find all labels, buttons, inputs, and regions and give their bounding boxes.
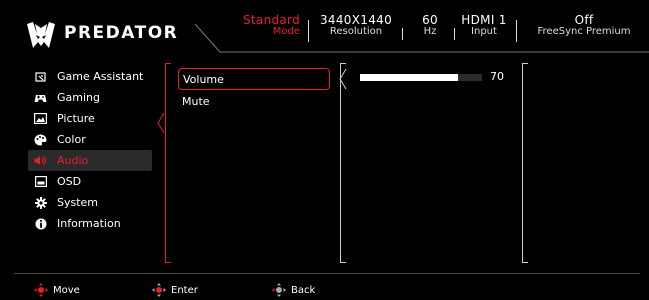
menu-item-color[interactable]: Color bbox=[28, 129, 152, 150]
menu-item-information[interactable]: Information bbox=[28, 213, 152, 234]
menu-item-label: System bbox=[57, 196, 99, 209]
gamepad-icon bbox=[34, 91, 47, 104]
header: PREDATOR Standard Mode 3440X1440 Resolut… bbox=[0, 0, 649, 64]
menu-item-label: Picture bbox=[57, 112, 95, 125]
submenu-pointer bbox=[157, 113, 165, 133]
joystick-enter-icon bbox=[152, 283, 166, 297]
empty-bracket bbox=[522, 63, 528, 263]
picture-icon bbox=[34, 112, 47, 125]
menu-item-picture[interactable]: Picture bbox=[28, 108, 152, 129]
value-bracket bbox=[340, 63, 346, 263]
menu-item-label: Information bbox=[57, 217, 121, 230]
submenu-panel: Volume Mute bbox=[157, 63, 335, 263]
footer-back: Back bbox=[272, 283, 315, 297]
status-separator bbox=[402, 28, 403, 40]
menu-item-osd[interactable]: OSD bbox=[28, 171, 152, 192]
freesync-label: FreeSync Premium bbox=[537, 26, 631, 37]
value-panel: 70 bbox=[339, 63, 515, 263]
info-icon bbox=[34, 217, 47, 230]
status-separator bbox=[308, 20, 309, 42]
menu-item-label: Game Assistant bbox=[57, 70, 144, 83]
main-menu: Game Assistant Gaming Picture Color Audi… bbox=[28, 66, 152, 234]
menu-item-audio[interactable]: Audio bbox=[28, 150, 152, 171]
refresh-value: 60 bbox=[422, 13, 438, 27]
input-value: HDMI 1 bbox=[461, 13, 507, 27]
status-separator bbox=[454, 28, 455, 40]
refresh-label: Hz bbox=[423, 26, 437, 37]
menu-item-label: OSD bbox=[57, 175, 82, 188]
input-status: HDMI 1 Input bbox=[458, 14, 510, 50]
footer-back-label: Back bbox=[291, 284, 316, 296]
submenu-bracket bbox=[165, 63, 171, 263]
mode-status: Standard Mode bbox=[240, 14, 300, 50]
volume-slider[interactable] bbox=[360, 74, 482, 81]
footer-enter-label: Enter bbox=[171, 284, 198, 296]
menu-item-system[interactable]: System bbox=[28, 192, 152, 213]
osd-icon bbox=[34, 175, 47, 188]
mode-value: Standard bbox=[243, 13, 300, 27]
joystick-back-icon bbox=[272, 283, 286, 297]
speaker-icon bbox=[34, 154, 47, 167]
volume-slider-fill bbox=[360, 74, 458, 81]
footer-divider bbox=[14, 273, 640, 274]
status-separator bbox=[516, 20, 517, 42]
game-assistant-icon bbox=[34, 70, 47, 83]
input-label: Input bbox=[471, 26, 497, 37]
empty-panel bbox=[522, 63, 642, 263]
menu-item-gaming[interactable]: Gaming bbox=[28, 87, 152, 108]
refresh-status: 60 Hz bbox=[412, 14, 448, 50]
footer-enter: Enter bbox=[152, 283, 198, 297]
submenu-item-mute[interactable]: Mute bbox=[178, 90, 330, 112]
freesync-status: Off FreeSync Premium bbox=[526, 14, 642, 50]
gear-icon bbox=[34, 196, 47, 209]
menu-item-label: Audio bbox=[57, 154, 89, 167]
value-pointer bbox=[339, 69, 347, 89]
menu-item-label: Gaming bbox=[57, 91, 100, 104]
mode-label: Mode bbox=[272, 26, 300, 37]
menu-item-game-assistant[interactable]: Game Assistant bbox=[28, 66, 152, 87]
resolution-status: 3440X1440 Resolution bbox=[316, 14, 396, 50]
submenu-item-label: Mute bbox=[182, 94, 210, 108]
freesync-value: Off bbox=[574, 13, 594, 27]
submenu-item-label: Volume bbox=[183, 72, 224, 86]
resolution-label: Resolution bbox=[329, 26, 383, 37]
menu-item-label: Color bbox=[57, 133, 86, 146]
footer-move: Move bbox=[34, 283, 80, 297]
palette-icon bbox=[34, 133, 47, 146]
volume-value: 70 bbox=[490, 70, 504, 83]
footer-move-label: Move bbox=[53, 284, 80, 296]
joystick-move-icon bbox=[34, 283, 48, 297]
resolution-value: 3440X1440 bbox=[320, 13, 392, 27]
submenu-item-volume[interactable]: Volume bbox=[178, 68, 330, 90]
